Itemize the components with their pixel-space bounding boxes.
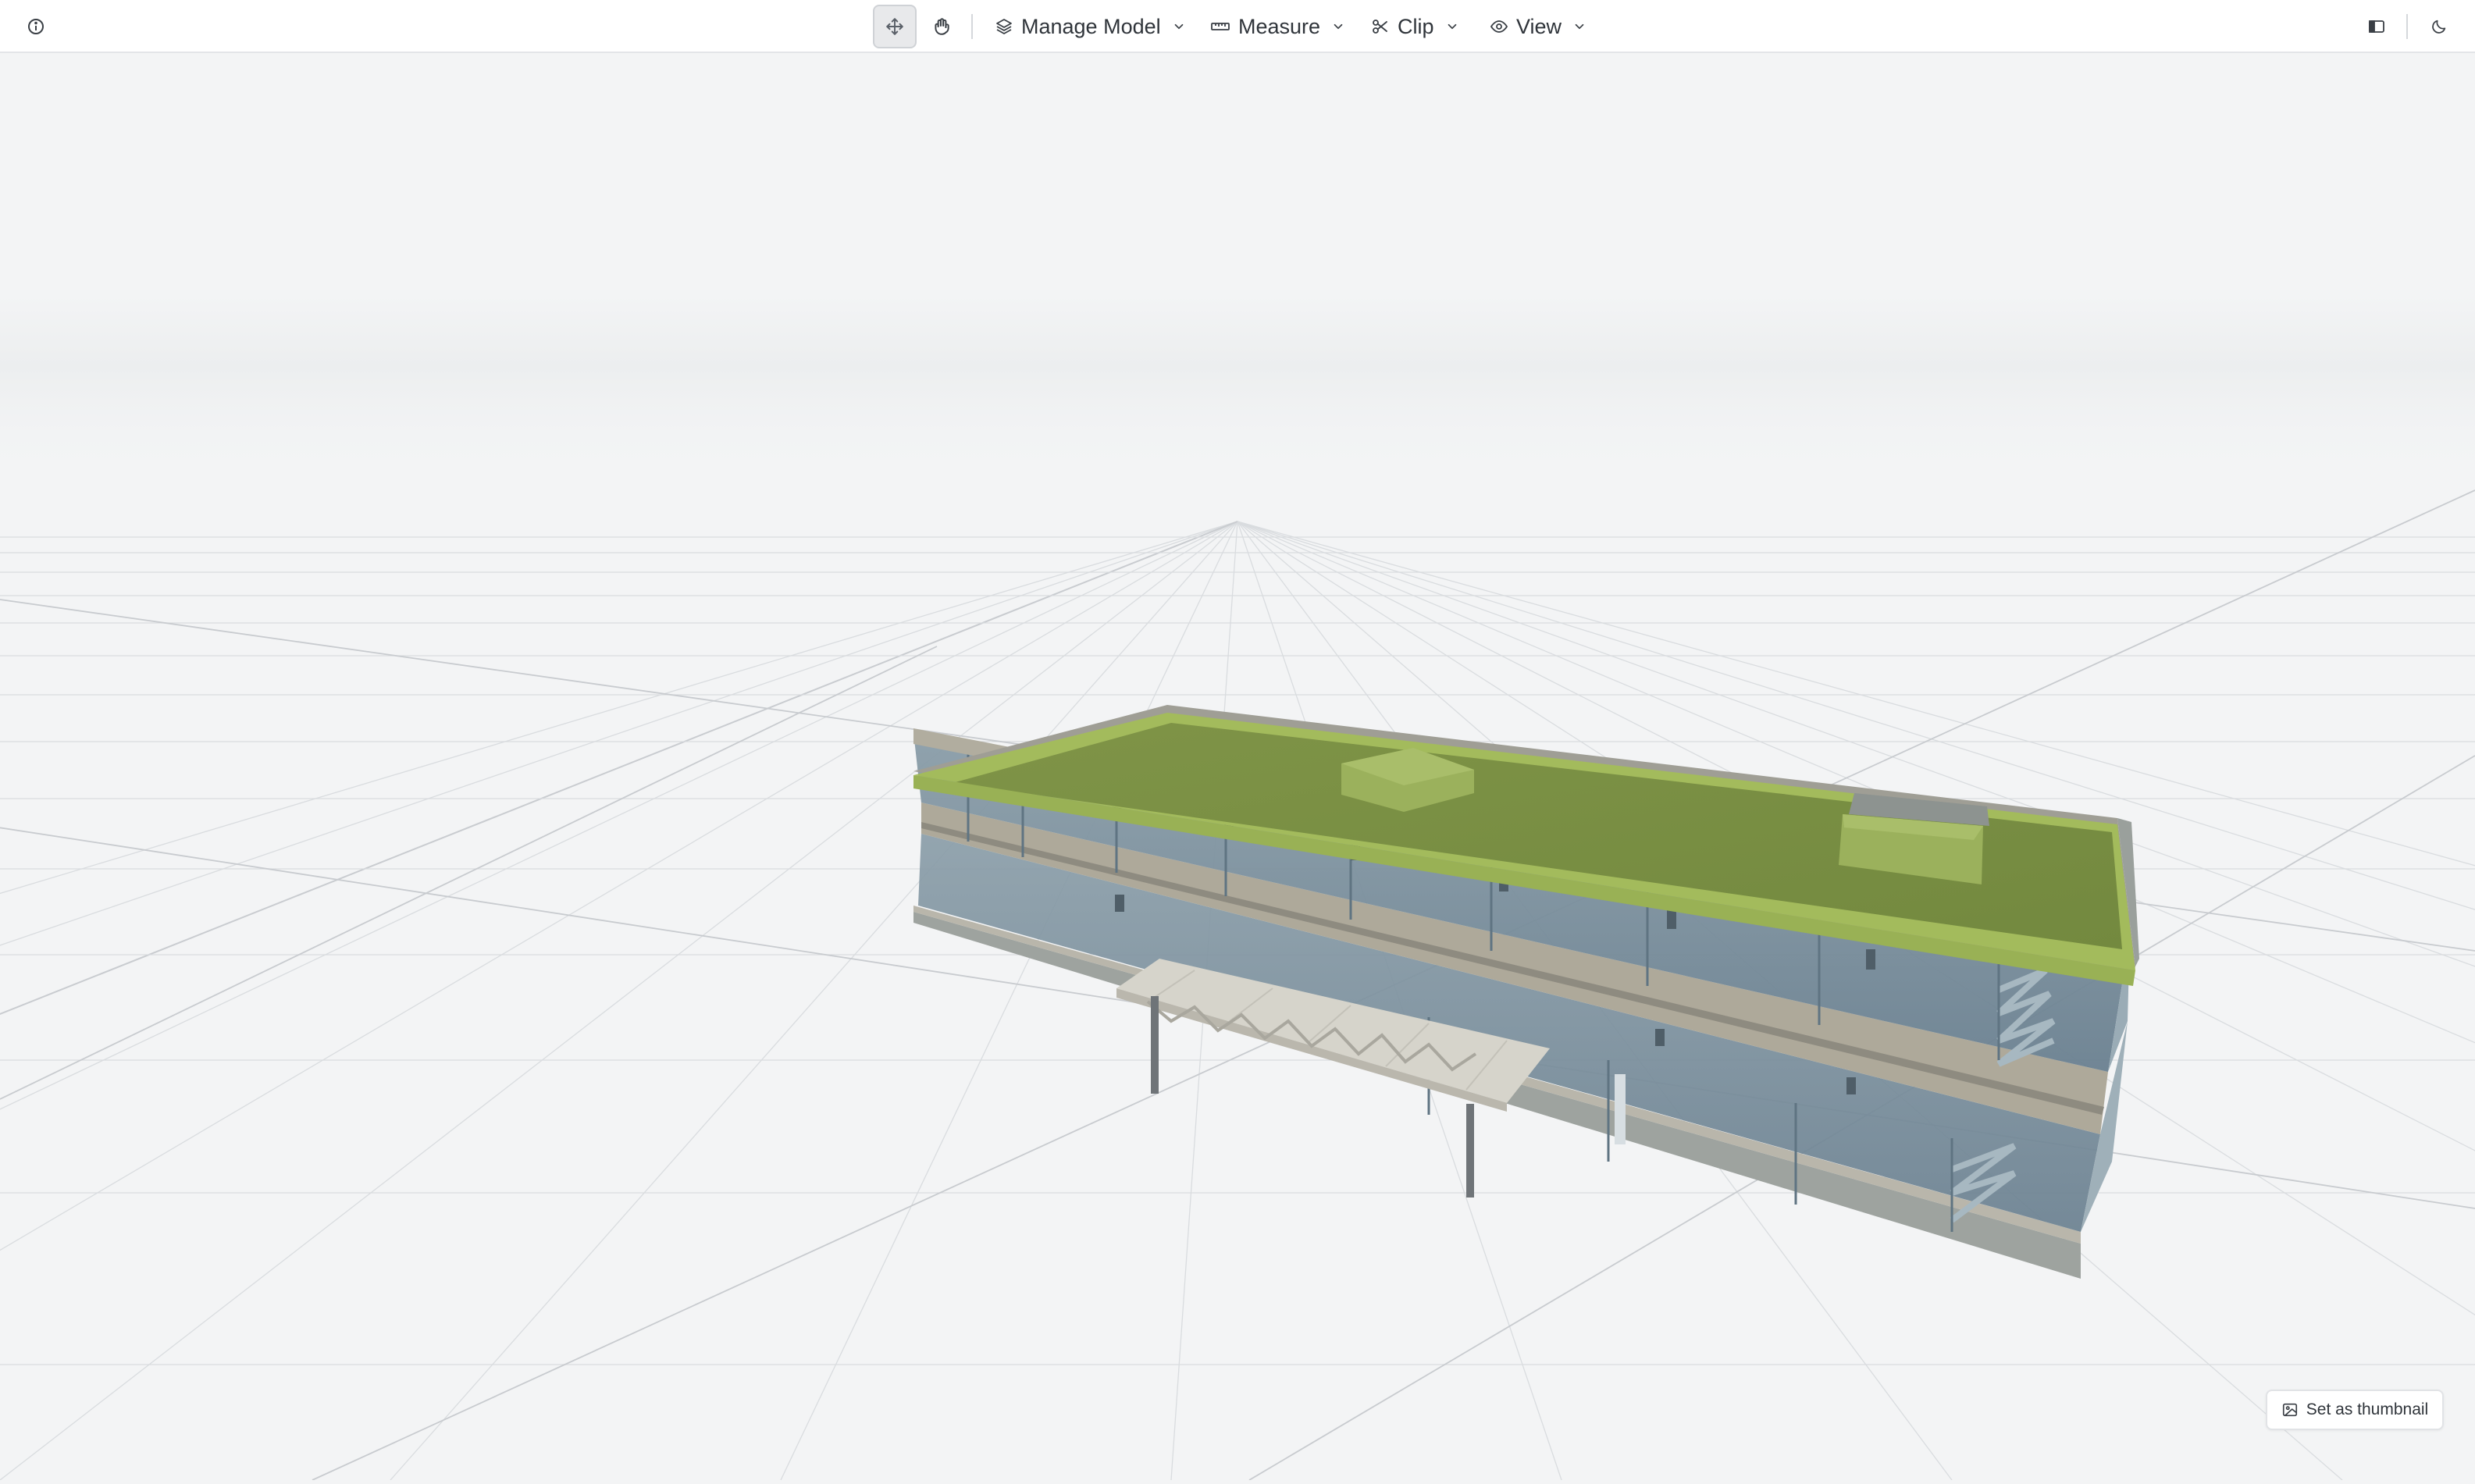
info-button[interactable] <box>20 5 52 48</box>
moon-icon <box>2432 20 2446 34</box>
scene-canvas[interactable] <box>0 53 2475 1481</box>
ruler-icon <box>1211 23 1230 30</box>
toolbar-separator <box>2406 14 2408 39</box>
entrance-door <box>1615 1074 1626 1144</box>
canopy-column-right <box>1466 1104 1474 1198</box>
orbit-tool-button[interactable] <box>873 5 917 48</box>
theme-toggle-button[interactable] <box>2423 5 2455 48</box>
scissors-icon <box>1373 20 1387 34</box>
eye-icon <box>1490 20 1508 33</box>
hand-icon <box>935 18 949 35</box>
move-arrows-icon <box>886 18 903 35</box>
manage-model-label: Manage Model <box>1021 14 1161 38</box>
toolbar-separator <box>971 14 973 39</box>
3d-viewport[interactable] <box>0 53 2475 1481</box>
set-thumbnail-label: Set as thumbnail <box>2306 1400 2429 1418</box>
view-label: View <box>1516 14 1562 38</box>
view-menu[interactable]: View <box>1490 5 1586 48</box>
chevron-down-icon <box>1334 23 1343 30</box>
set-thumbnail-button[interactable]: Set as thumbnail <box>2266 1390 2444 1430</box>
pan-tool-button[interactable] <box>920 5 963 48</box>
measure-menu[interactable]: Measure <box>1210 5 1345 48</box>
toggle-panel-button[interactable] <box>2361 5 2392 48</box>
image-icon <box>2282 1403 2297 1417</box>
chevron-down-icon <box>1174 23 1183 30</box>
chevron-down-icon <box>1448 23 1456 30</box>
canopy-column-left <box>1151 996 1159 1094</box>
top-toolbar: Manage Model Measure Clip View <box>0 0 2475 53</box>
layers-icon <box>996 19 1012 34</box>
measure-label: Measure <box>1238 14 1321 38</box>
info-circle-icon <box>28 19 44 34</box>
clip-label: Clip <box>1398 14 1434 38</box>
manage-model-menu[interactable]: Manage Model <box>995 5 1186 48</box>
clip-menu[interactable]: Clip <box>1371 5 1459 48</box>
sidebar-panel-icon <box>2369 20 2384 33</box>
chevron-down-icon <box>1575 23 1584 30</box>
